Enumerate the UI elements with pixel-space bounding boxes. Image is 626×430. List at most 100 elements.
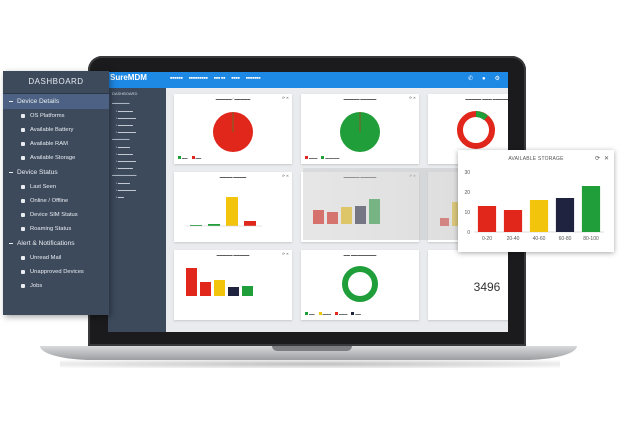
nav-section-alert-notifications[interactable]: Alert & Notifications	[3, 236, 109, 251]
y-tick-label: 0	[467, 230, 470, 236]
checkbox-icon	[21, 270, 25, 274]
bar	[186, 268, 197, 296]
app-sidebar-title: DASHBOARD	[112, 91, 138, 96]
header-icons: ✆ ● ⚙	[468, 76, 500, 82]
dashboard-nav-panel: DASHBOARD Device Details OS Platforms Avai…	[3, 71, 109, 315]
checkbox-icon	[21, 213, 25, 217]
dashboard-title: DASHBOARD	[3, 71, 109, 94]
app-sidebar-item[interactable]: ▪ ▬▬▬▬▬	[108, 107, 166, 114]
bar	[226, 197, 238, 226]
nav-item-label: Unread Mail	[30, 255, 62, 261]
nav-item-available-battery[interactable]: Available Battery	[3, 123, 109, 137]
bar	[214, 280, 225, 296]
storage-bar-20-40[interactable]	[503, 210, 523, 232]
nav-section-device-status[interactable]: Device Status	[3, 165, 109, 180]
x-tick-label: 60-80	[559, 236, 572, 242]
nav-item-available-ram[interactable]: Available RAM	[3, 137, 109, 151]
nav-item-jobs[interactable]: Jobs	[3, 279, 109, 293]
donut-ring	[342, 266, 378, 302]
y-tick-label: 10	[464, 210, 470, 216]
checkbox-icon	[21, 142, 25, 146]
app-logo: SureMDM	[110, 73, 147, 82]
roaming-status-card: ▬▬▬▬▬ ▬▬▬▬▬ ⟳ ✕ ▬▬▬ ▬▬▬▬▬	[301, 94, 419, 164]
bar	[228, 287, 239, 296]
nav-item-online-offline[interactable]: Online / Offline	[3, 194, 109, 208]
app-sidebar-item[interactable]: ▪ ▬▬	[108, 193, 166, 200]
app-sidebar-section[interactable]: ▬▬▬▬▬	[108, 135, 166, 143]
nav-item-label: Last Seen	[30, 184, 57, 190]
checkbox-icon	[21, 227, 25, 231]
storage-bar-0-20[interactable]	[477, 206, 497, 232]
total-devices-count: 3496	[473, 280, 501, 294]
available-storage-chart: 0 10 20 30 0-20 20-40 40-60 60-80 80-100	[464, 170, 604, 242]
donut-ring-green	[475, 111, 488, 121]
os-platforms-donut	[342, 266, 378, 302]
last-seen-card: ▬▬▬▬ ▬▬▬▬ ⟳ ✕	[174, 172, 292, 242]
nav-item-unapproved-devices[interactable]: Unapproved Devices	[3, 265, 109, 279]
nav-item-roaming-status[interactable]: Roaming Status	[3, 222, 109, 236]
storage-bar-60-80[interactable]	[555, 198, 575, 232]
donut-ring-red	[457, 111, 495, 149]
bar	[242, 286, 253, 296]
nav-section-label: Alert & Notifications	[17, 240, 75, 247]
app-sidebar-item[interactable]: ▪ ▬▬▬▬▬	[108, 121, 166, 128]
nav-item-label: OS Platforms	[30, 113, 65, 119]
nav-item-label: Device SIM Status	[30, 212, 78, 218]
help-icon[interactable]: ●	[482, 76, 486, 82]
checkbox-icon	[21, 199, 25, 203]
settings-icon[interactable]: ⚙	[495, 76, 500, 82]
top-nav-item[interactable]: ■■■■	[231, 76, 239, 80]
y-tick-label: 30	[464, 170, 470, 176]
collapse-minus-icon	[9, 171, 13, 174]
nav-section-device-details[interactable]: Device Details	[3, 94, 109, 109]
app-sidebar-item[interactable]: ▪ ▬▬▬▬▬	[108, 150, 166, 157]
checkbox-icon	[21, 284, 25, 288]
nav-item-last-seen[interactable]: Last Seen	[3, 180, 109, 194]
chart-legend: ▬▬ ▬▬	[178, 156, 201, 160]
checkbox-icon	[21, 256, 25, 260]
app-sidebar-item[interactable]: ▪ ▬▬▬▬▬▬	[108, 128, 166, 135]
x-tick-label: 80-100	[583, 236, 599, 242]
app-sidebar: DASHBOARD ▬▬▬▬▬ ▪ ▬▬▬▬▬ ▪ ▬▬▬▬▬▬ ▪ ▬▬▬▬▬…	[108, 88, 166, 332]
laptop-notch	[272, 346, 352, 351]
nav-item-os-platforms[interactable]: OS Platforms	[3, 109, 109, 123]
storage-bar-40-60[interactable]	[529, 200, 549, 232]
app-sidebar-item[interactable]: ▪ ▬▬▬▬▬▬	[108, 114, 166, 121]
nav-section-label: Device Details	[17, 98, 60, 105]
app-sidebar-item[interactable]: ▪ ▬▬▬▬	[108, 143, 166, 150]
online-offline-card: ▬▬▬▬▬ / ▬▬▬▬▬ ⟳ ✕ ▬▬ ▬▬	[174, 94, 292, 164]
dashboard-nav-list: Device Details OS Platforms Available Batt…	[3, 94, 109, 293]
app-sidebar-item[interactable]: ▪ ▬▬▬▬▬	[108, 164, 166, 171]
chart-legend: ▬▬▬ ▬▬▬▬▬	[305, 156, 339, 160]
top-nav-item[interactable]: ■■■ ■■	[214, 76, 226, 80]
app-topbar: SureMDM ■■■■■■ ■■■■■■■■■ ■■■ ■■ ■■■■ ■■■…	[108, 72, 508, 88]
last-seen-bars	[186, 197, 262, 227]
storage-bar-80-100[interactable]	[581, 186, 601, 232]
app-sidebar-section[interactable]: ▬▬▬▬▬	[108, 99, 166, 107]
app-sidebar-item[interactable]: ▪ ▬▬▬▬	[108, 179, 166, 186]
top-nav-item[interactable]: ■■■■■■■■■	[189, 76, 208, 80]
x-tick-label: 40-60	[533, 236, 546, 242]
nav-item-device-sim-status[interactable]: Device SIM Status	[3, 208, 109, 222]
top-nav: ■■■■■■ ■■■■■■■■■ ■■■ ■■ ■■■■ ■■■■■■■	[170, 76, 261, 80]
nav-item-label: Available RAM	[30, 141, 68, 147]
nav-item-label: Jobs	[30, 283, 43, 289]
zoom-bridge	[303, 168, 459, 240]
collapse-minus-icon	[9, 242, 13, 245]
bar	[208, 224, 220, 226]
app-sidebar-section[interactable]: ▬▬▬▬▬▬▬	[108, 171, 166, 179]
available-battery-card: ▬▬▬▬▬ ▬▬▬▬▬ ⟳ ✕	[174, 250, 292, 320]
phone-icon[interactable]: ✆	[468, 76, 473, 82]
top-nav-item[interactable]: ■■■■■■■	[246, 76, 261, 80]
app-sidebar-item[interactable]: ▪ ▬▬▬▬▬▬	[108, 186, 166, 193]
laptop-shadow	[60, 360, 560, 368]
checkbox-icon	[21, 128, 25, 132]
checkbox-icon	[21, 114, 25, 118]
nav-item-unread-mail[interactable]: Unread Mail	[3, 251, 109, 265]
bar	[244, 221, 256, 226]
os-platforms-card: ▬▬ ▬▬▬▬▬▬▬▬ ▬▬ ▬▬▬ ▬▬▬ ▬▬	[301, 250, 419, 320]
top-nav-item[interactable]: ■■■■■■	[170, 76, 183, 80]
nav-section-label: Device Status	[17, 169, 58, 176]
nav-item-available-storage[interactable]: Available Storage	[3, 151, 109, 165]
app-sidebar-item[interactable]: ▪ ▬▬▬▬▬▬	[108, 157, 166, 164]
